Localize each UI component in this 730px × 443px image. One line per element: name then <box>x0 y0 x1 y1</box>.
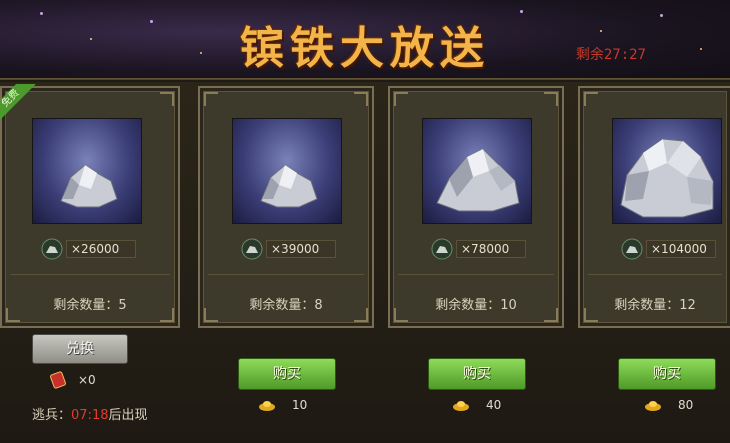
price-value: ×39000 <box>266 240 336 258</box>
ore-art-large <box>612 118 722 224</box>
gold-ingot-icon <box>453 401 469 411</box>
buy-button-2[interactable]: 购买 <box>428 358 526 390</box>
remaining-quantity: 剩余数量：10 <box>435 298 517 313</box>
price-value: ×78000 <box>456 240 526 258</box>
token-count: ×0 <box>78 373 96 387</box>
ore-icon <box>41 238 63 260</box>
remaining-quantity: 剩余数量：12 <box>614 298 696 313</box>
ore-icon <box>241 238 263 260</box>
gold-ingot-icon <box>645 401 661 411</box>
ore-art-small <box>232 118 342 224</box>
event-timer: 剩余27:27 <box>575 47 646 63</box>
price-row-2: ×39000 <box>240 238 336 260</box>
price-value: ×104000 <box>646 240 716 258</box>
price-row-3: ×78000 <box>430 238 526 260</box>
ore-art-medium <box>422 118 532 224</box>
remaining-quantity: 剩余数量：8 <box>249 298 323 313</box>
token-icon <box>50 371 66 389</box>
free-ribbon: 免费 <box>0 84 36 126</box>
gold-cost-2: 40 <box>452 398 501 412</box>
token-row: ×0 <box>48 370 96 390</box>
ore-icon <box>621 238 643 260</box>
price-row-4: ×104000 <box>620 238 716 260</box>
header-banner: 镔铁大放送 剩余27:27 <box>0 0 730 80</box>
gold-cost-1: 10 <box>258 398 307 412</box>
buy-button-3[interactable]: 购买 <box>618 358 716 390</box>
price-row-1: ×26000 <box>40 238 136 260</box>
buy-button-1[interactable]: 购买 <box>238 358 336 390</box>
ore-card-4: ×104000 剩余数量：12 <box>578 86 730 328</box>
deserter-notice: 逃兵：07:18后出现 <box>32 408 148 423</box>
ore-icon <box>431 238 453 260</box>
gold-cost-3: 80 <box>644 398 693 412</box>
deserter-timer: 07:18 <box>71 408 109 423</box>
price-value: ×26000 <box>66 240 136 258</box>
ore-art-small <box>32 118 142 224</box>
ore-card-3: ×78000 剩余数量：10 <box>388 86 564 328</box>
exchange-button[interactable]: 兑换 <box>32 334 128 364</box>
ore-card-2: ×39000 剩余数量：8 <box>198 86 374 328</box>
gold-ingot-icon <box>259 401 275 411</box>
remaining-quantity: 剩余数量：5 <box>53 298 127 313</box>
header-divider <box>0 78 730 80</box>
